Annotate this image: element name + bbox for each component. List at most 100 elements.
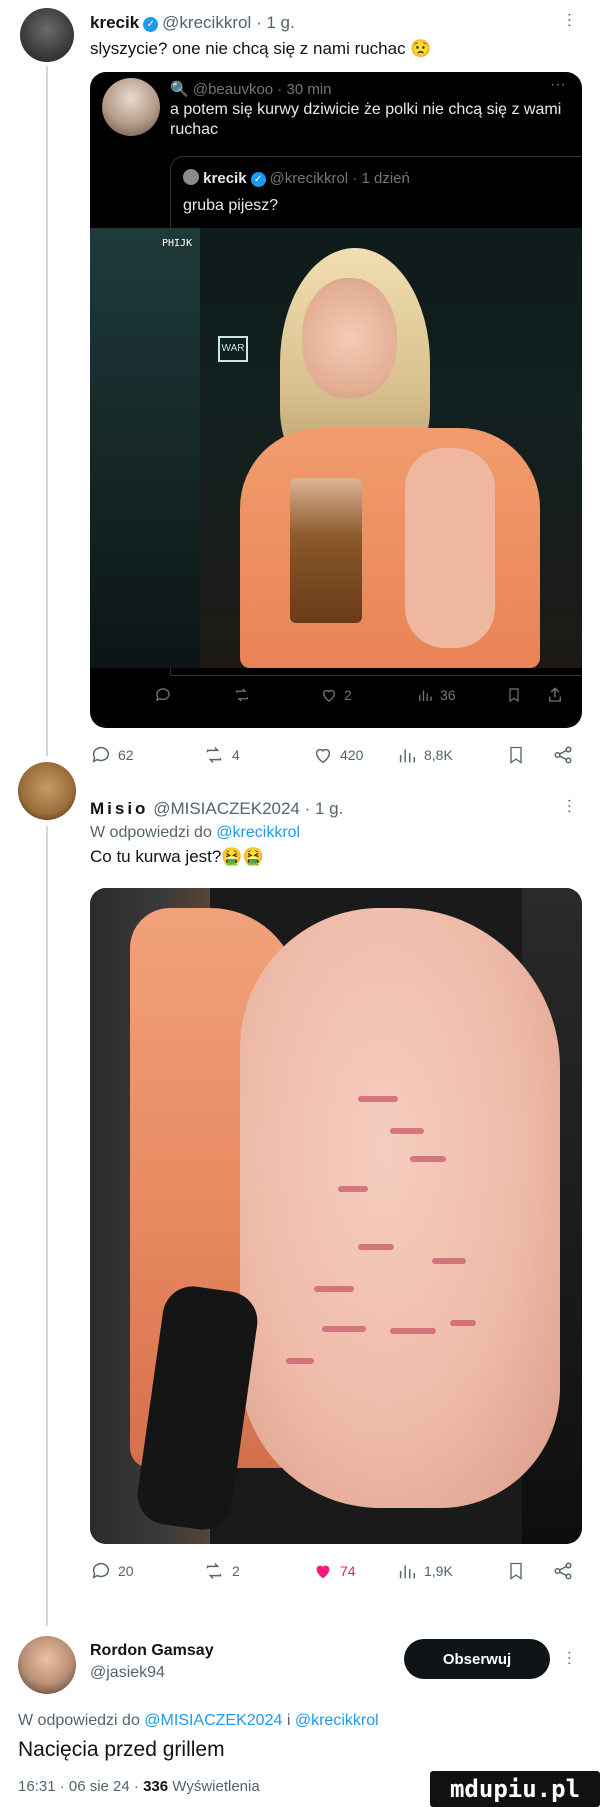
views-button[interactable]: 8,8K (396, 744, 453, 766)
reply-prefix: W odpowiedzi do (18, 1712, 140, 1729)
views-count: 8,8K (424, 747, 453, 763)
reply-count: 20 (118, 1563, 134, 1579)
tweet2-time[interactable]: 1 g. (315, 799, 343, 818)
inner-quote-header: krecik ✓ @krecikkrol · 1 dzień (183, 169, 410, 187)
tweet2-action-bar: 20 2 74 1,9K (90, 1560, 582, 1590)
reply-to-link-2[interactable]: @krecikkrol (295, 1712, 379, 1729)
tweet3-views-label: Wyświetlenia (172, 1778, 260, 1795)
bookmark-icon (509, 688, 519, 703)
photo-mark (410, 1156, 446, 1162)
avatar-rordon-gamsay[interactable] (18, 1636, 76, 1694)
tweet1-handle[interactable]: @krecikkrol (162, 13, 251, 32)
photo-mark (314, 1286, 354, 1292)
thread-line (46, 826, 48, 1626)
photo-wall (90, 228, 200, 668)
tweet1-time[interactable]: 1 g. (266, 13, 294, 32)
reply-icon (92, 1562, 110, 1579)
views-icon (399, 749, 416, 763)
repost-icon (206, 747, 222, 763)
more-options-icon[interactable]: ··· (560, 12, 578, 28)
reply-to-link[interactable]: @krecikkrol (216, 824, 300, 841)
bookmark-button[interactable] (506, 1560, 526, 1582)
follow-button[interactable]: Obserwuj (404, 1639, 550, 1679)
tweet3-timestamp[interactable]: 16:31 · 06 sie 24 · (18, 1778, 139, 1795)
avatar-misio[interactable] (18, 762, 76, 820)
share-button[interactable] (552, 1560, 574, 1582)
quote-text: a potem się kurwy dziwicie że polki nie … (170, 101, 562, 138)
verified-badge-icon: ✓ (250, 172, 266, 187)
photo-shirt (240, 428, 540, 668)
quote-photo[interactable]: PHIJK WAR (90, 228, 582, 668)
photo-face (302, 278, 397, 398)
tweet3-text: Nacięcia przed grillem (18, 1738, 225, 1761)
tweet2-reply-context: W odpowiedzi do @krecikkrol (90, 822, 300, 844)
more-options-icon[interactable]: ··· (550, 76, 566, 94)
inner-handle[interactable]: @krecikkrol (270, 170, 349, 187)
like-button[interactable]: 420 (312, 744, 363, 766)
share-button[interactable] (552, 744, 574, 766)
tweet1-header: krecik ✓ @krecikkrol · 1 g. (90, 13, 295, 32)
repost-count: 2 (232, 1563, 240, 1579)
reply-prefix: W odpowiedzi do (90, 824, 212, 841)
tweet3-reply-context: W odpowiedzi do @MISIACZEK2024 i @krecik… (18, 1712, 379, 1730)
quote-action-bar: 2 36 (90, 676, 582, 716)
tweet1-author-name[interactable]: krecik (90, 13, 139, 32)
tweet2-photo[interactable] (90, 888, 582, 1544)
photo-sign: WAR (218, 336, 248, 362)
photo-mark (322, 1326, 366, 1332)
repost-icon (206, 1563, 222, 1579)
more-options-icon[interactable]: ··· (560, 798, 578, 814)
quote-reply-button[interactable] (154, 686, 172, 704)
quote-handle[interactable]: @beauvkoo (193, 81, 273, 98)
photo-arm (240, 908, 560, 1508)
bookmark-button[interactable] (506, 744, 526, 766)
quote-share-button[interactable] (546, 686, 564, 704)
quote-views-button[interactable]: 36 (416, 686, 456, 704)
repost-button[interactable]: 2 (202, 1560, 240, 1582)
tweet2-author-name[interactable]: Misio (90, 799, 148, 818)
repost-count: 4 (232, 747, 240, 763)
heart-icon (315, 748, 331, 764)
quote-like-button[interactable]: 2 (320, 686, 352, 704)
repost-icon (236, 688, 248, 702)
reply-button[interactable]: 20 (90, 1560, 134, 1582)
inner-author-name[interactable]: krecik (203, 170, 246, 187)
photo-mark (286, 1358, 314, 1364)
share-icon (554, 1562, 572, 1580)
reply-icon (155, 688, 170, 702)
photo-arm (405, 448, 495, 648)
quote-like-count: 2 (344, 687, 352, 703)
tweet3-meta: 16:31 · 06 sie 24 · 336 Wyświetlenia (18, 1778, 260, 1795)
like-button[interactable]: 74 (312, 1560, 356, 1582)
bookmark-icon (510, 746, 522, 764)
photo-glass (290, 478, 362, 623)
repost-button[interactable]: 4 (202, 744, 240, 766)
verified-badge-icon: ✓ (143, 17, 159, 32)
reply-button[interactable]: 62 (90, 744, 134, 766)
reply-to-link-1[interactable]: @MISIACZEK2024 (144, 1712, 282, 1729)
views-icon (399, 1565, 416, 1579)
quote-time[interactable]: 30 min (286, 81, 331, 98)
avatar-krecik[interactable] (20, 8, 74, 62)
tweet2-text: Co tu kurwa jest?🤮🤮 (90, 847, 264, 866)
quote-bookmark-button[interactable] (506, 686, 522, 704)
quote-views-count: 36 (440, 687, 456, 703)
more-options-icon[interactable]: ··· (560, 1650, 578, 1666)
inner-time[interactable]: 1 dzień (361, 170, 409, 187)
photo-mark (432, 1258, 466, 1264)
quote-repost-button[interactable] (232, 686, 252, 704)
quoted-tweet-card[interactable]: 🔍 @beauvkoo · 30 min ··· a potem się kur… (90, 72, 582, 728)
heart-icon (323, 689, 335, 702)
tweet3-handle[interactable]: @jasiek94 (90, 1664, 165, 1682)
like-count: 74 (340, 1563, 356, 1579)
bookmark-icon (510, 1562, 522, 1580)
tweet1-text: slyszycie? one nie chcą się z nami rucha… (90, 39, 432, 58)
tweet2-handle[interactable]: @MISIACZEK2024 (153, 799, 300, 818)
views-count: 1,9K (424, 1563, 453, 1579)
views-button[interactable]: 1,9K (396, 1560, 453, 1582)
tweet3-author-name[interactable]: Rordon Gamsay (90, 1642, 214, 1660)
avatar-beauvkoo[interactable] (102, 78, 160, 136)
avatar-icon (183, 169, 199, 185)
inner-text: gruba pijesz? (183, 197, 279, 214)
quote-header: 🔍 @beauvkoo · 30 min (170, 81, 332, 98)
